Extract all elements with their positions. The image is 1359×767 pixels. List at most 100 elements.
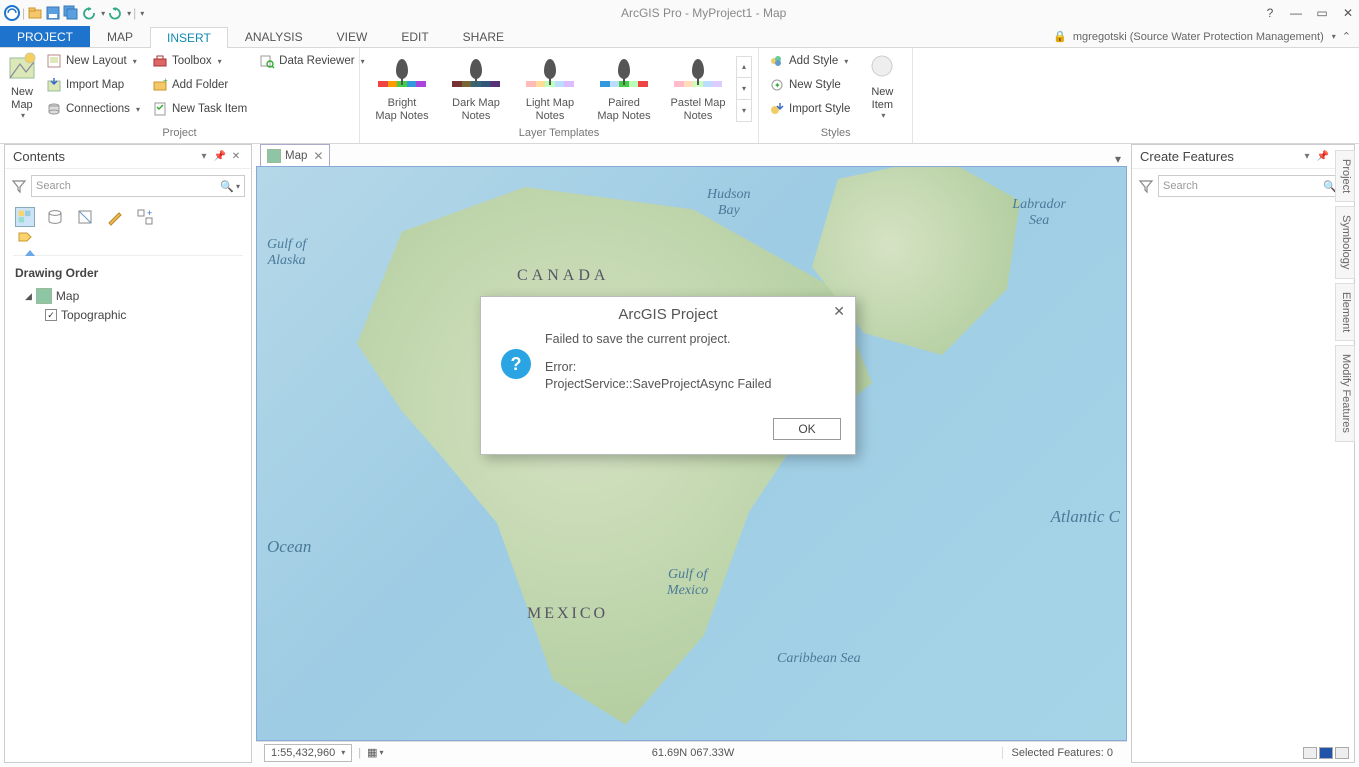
list-by-drawing-icon[interactable] <box>15 207 35 227</box>
dialog-close-icon[interactable]: ✕ <box>833 303 845 320</box>
toc-map-node[interactable]: ◢ Map <box>15 286 241 306</box>
add-style-button[interactable]: Add Style▾ <box>765 50 854 72</box>
docktab-element[interactable]: Element <box>1335 283 1355 341</box>
gallery-item-paired[interactable]: PairedMap Notes <box>588 55 660 121</box>
undo-icon[interactable] <box>81 5 97 21</box>
new-style-button[interactable]: ✦New Style <box>765 74 854 96</box>
gallery-item-dark[interactable]: Dark MapNotes <box>440 55 512 121</box>
close-tab-icon[interactable]: ✕ <box>313 149 323 163</box>
list-by-source-icon[interactable] <box>45 207 65 227</box>
connections-icon <box>46 101 62 117</box>
tab-map[interactable]: MAP <box>90 26 150 47</box>
open-icon[interactable] <box>27 5 43 21</box>
list-by-labeling-icon[interactable] <box>15 229 35 249</box>
group-label-styles: Styles <box>765 127 906 143</box>
contents-search-input[interactable]: Search 🔍▾ <box>31 175 245 197</box>
question-icon: ? <box>501 349 531 379</box>
create-features-title: Create Features <box>1140 149 1234 164</box>
app-icon[interactable] <box>4 5 20 21</box>
gallery-item-pastel[interactable]: Pastel MapNotes <box>662 55 734 121</box>
panel-pin-icon[interactable]: 📌 <box>213 151 227 162</box>
svg-text:✦: ✦ <box>774 81 781 90</box>
filter-icon[interactable] <box>1138 178 1154 194</box>
new-map-button[interactable]: New Map▾ <box>6 50 38 127</box>
label-mexico: MEXICO <box>527 605 608 623</box>
docktab-symbology[interactable]: Symbology <box>1335 206 1355 278</box>
scale-input[interactable]: 1:55,432,960▾ <box>264 744 352 762</box>
view-mode-2[interactable] <box>1319 747 1333 759</box>
create-search-input[interactable]: Search 🔍▾ <box>1158 175 1348 197</box>
dialog-title: ArcGIS Project <box>618 306 717 323</box>
view-mode-1[interactable] <box>1303 747 1317 759</box>
redo-icon[interactable] <box>107 5 123 21</box>
search-placeholder: Search <box>36 180 71 192</box>
view-mode-3[interactable] <box>1335 747 1349 759</box>
gallery-item-light[interactable]: Light MapNotes <box>514 55 586 121</box>
help-icon[interactable]: ? <box>1263 6 1277 20</box>
list-by-editing-icon[interactable] <box>105 207 125 227</box>
tab-share[interactable]: SHARE <box>446 26 521 47</box>
redo-dropdown[interactable]: ▾ <box>127 9 131 18</box>
connections-button[interactable]: Connections▾ <box>42 98 144 120</box>
new-item-button[interactable]: New Item▾ <box>858 50 906 127</box>
import-style-button[interactable]: Import Style <box>765 98 854 120</box>
map-tab-icon <box>267 149 281 163</box>
quick-access-toolbar: | ▾ ▾ | ▾ <box>4 5 144 21</box>
maximize-icon[interactable]: ▭ <box>1315 6 1329 20</box>
pause-drawing-icon[interactable]: ▦ <box>367 746 377 759</box>
ok-button[interactable]: OK <box>773 418 841 440</box>
panel-close-icon[interactable]: ✕ <box>229 151 243 162</box>
label-hudson-bay: Hudson Bay <box>707 187 751 219</box>
map-tab[interactable]: Map ✕ <box>260 144 330 166</box>
label-caribbean: Caribbean Sea <box>777 651 861 667</box>
undo-dropdown[interactable]: ▾ <box>101 9 105 18</box>
tab-analysis[interactable]: ANALYSIS <box>228 26 320 47</box>
close-icon[interactable]: ✕ <box>1341 6 1355 20</box>
panel-pin-icon[interactable]: 📌 <box>1316 151 1330 162</box>
panel-dropdown-icon[interactable]: ▾ <box>197 151 211 162</box>
view-menu-icon[interactable]: ▾ <box>1109 152 1127 166</box>
view-controls[interactable] <box>1303 747 1349 759</box>
docktab-project[interactable]: Project <box>1335 150 1355 202</box>
gallery-item-bright[interactable]: BrightMap Notes <box>366 55 438 121</box>
data-reviewer-button[interactable]: Data Reviewer▾ <box>255 50 368 72</box>
gallery-up-icon[interactable]: ▴ <box>737 57 751 79</box>
filter-icon[interactable] <box>11 178 27 194</box>
layout-icon <box>46 53 62 69</box>
search-icon[interactable]: 🔍 <box>220 180 234 193</box>
new-style-icon: ✦ <box>769 77 785 93</box>
tab-view[interactable]: VIEW <box>320 26 385 47</box>
tab-insert[interactable]: INSERT <box>150 27 228 48</box>
panel-dropdown-icon[interactable]: ▾ <box>1300 151 1314 162</box>
user-label: mgregotski (Source Water Protection Mana… <box>1073 31 1324 43</box>
gallery-scroll[interactable]: ▴ ▾ ▾ <box>736 56 752 122</box>
expand-icon[interactable]: ◢ <box>25 291 32 302</box>
contents-title: Contents <box>13 149 65 164</box>
tab-edit[interactable]: EDIT <box>384 26 445 47</box>
label-atlantic: Atlantic C <box>1051 507 1120 527</box>
tab-project[interactable]: PROJECT <box>0 26 90 47</box>
save-all-icon[interactable] <box>63 5 79 21</box>
collapse-ribbon-icon[interactable]: ⌃ <box>1342 30 1351 43</box>
gallery-down-icon[interactable]: ▾ <box>737 78 751 100</box>
list-by-snapping-icon[interactable]: + <box>135 207 155 227</box>
add-style-icon <box>769 53 785 69</box>
new-layout-button[interactable]: New Layout▾ <box>42 50 144 72</box>
save-icon[interactable] <box>45 5 61 21</box>
map-frame-icon <box>36 288 52 304</box>
toolbox-button[interactable]: Toolbox▾ <box>148 50 251 72</box>
gallery-more-icon[interactable]: ▾ <box>737 100 751 121</box>
import-map-button[interactable]: Import Map <box>42 74 144 96</box>
layer-checkbox[interactable]: ✓ <box>45 309 57 321</box>
new-task-item-button[interactable]: New Task Item <box>148 98 251 120</box>
docktab-modify-features[interactable]: Modify Features <box>1335 345 1355 442</box>
add-folder-button[interactable]: +Add Folder <box>148 74 251 96</box>
user-area[interactable]: 🔒 mgregotski (Source Water Protection Ma… <box>1053 26 1359 47</box>
toolbox-icon <box>152 53 168 69</box>
list-by-selection-icon[interactable] <box>75 207 95 227</box>
layer-templates-gallery[interactable]: BrightMap Notes Dark MapNotes Light MapN… <box>366 50 752 127</box>
title-bar: | ▾ ▾ | ▾ ArcGIS Pro - MyProject1 - Map … <box>0 0 1359 26</box>
toc-layer-topographic[interactable]: ✓ Topographic <box>15 306 241 324</box>
minimize-icon[interactable]: — <box>1289 6 1303 20</box>
contents-panel: Contents ▾ 📌 ✕ Search 🔍▾ + Drawing Order <box>4 144 252 763</box>
